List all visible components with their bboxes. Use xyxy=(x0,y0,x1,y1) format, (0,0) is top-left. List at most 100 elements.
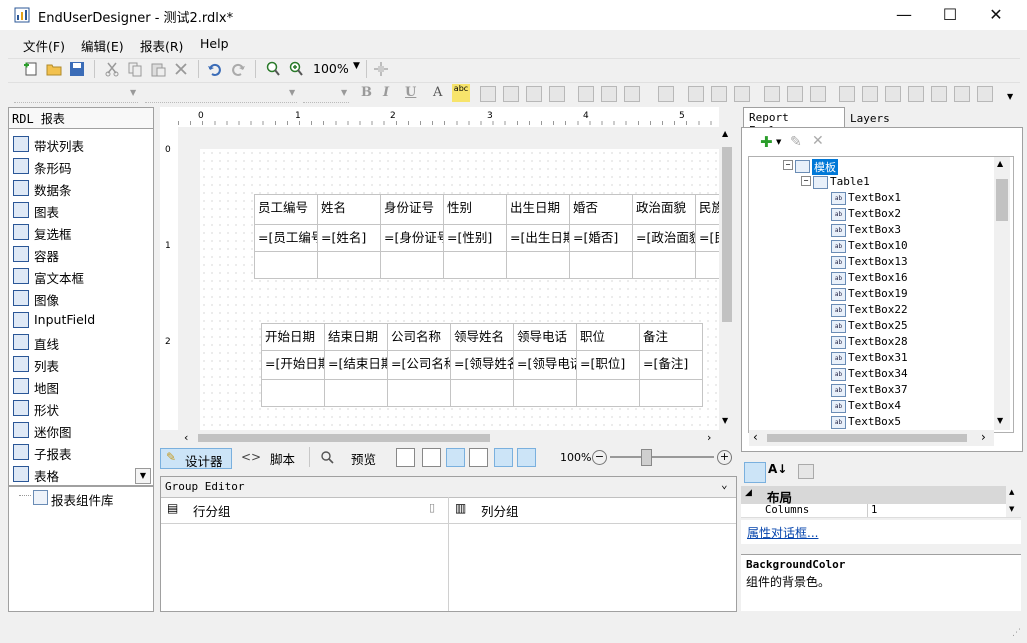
category-collapse-icon[interactable]: ◢ xyxy=(745,488,752,498)
tab-script[interactable]: 脚本 xyxy=(270,449,295,468)
scroll-left-icon[interactable]: ‹ xyxy=(184,431,188,444)
menu-edit[interactable]: 编辑(E) xyxy=(81,36,124,55)
table-detail-cell[interactable]: =[姓名] xyxy=(317,224,381,252)
align-right-icon[interactable] xyxy=(526,86,542,102)
table-detail-cell[interactable]: =[出生日期] xyxy=(506,224,570,252)
snap-to-grid-icon[interactable] xyxy=(517,448,536,467)
menu-help[interactable]: Help xyxy=(200,36,229,51)
undo-icon[interactable] xyxy=(207,61,223,77)
table-footer-cell[interactable] xyxy=(324,379,388,407)
categorized-icon[interactable] xyxy=(744,462,766,483)
menu-file[interactable]: 文件(F) xyxy=(23,36,65,55)
table-detail-cell[interactable]: =[员工编号] xyxy=(254,224,318,252)
zoom-in-icon[interactable] xyxy=(288,61,304,77)
align-left-icon[interactable] xyxy=(480,86,496,102)
style-dropdown-icon[interactable]: ▼ xyxy=(130,88,136,97)
pan-icon[interactable] xyxy=(373,61,389,77)
tree-hscroll-thumb[interactable] xyxy=(767,434,967,442)
property-dialog-link[interactable]: 属性对话框... xyxy=(747,524,818,541)
tab-designer[interactable]: ✎ 设计器 xyxy=(160,448,232,469)
tree-horizontal-scrollbar[interactable]: ‹ › xyxy=(749,430,994,446)
scroll-right-icon[interactable]: › xyxy=(707,431,711,444)
close-button[interactable]: ✕ xyxy=(973,0,1019,30)
table-footer-cell[interactable] xyxy=(576,379,640,407)
tree-expander-icon[interactable]: − xyxy=(801,176,811,186)
toolbox-item[interactable]: 表格 xyxy=(9,463,149,485)
table-header-cell[interactable]: 出生日期 xyxy=(506,194,570,225)
font-color-button[interactable]: A xyxy=(433,85,442,100)
table-footer-cell[interactable] xyxy=(695,251,719,279)
property-value[interactable]: 1 xyxy=(871,504,877,516)
bold-button[interactable]: B xyxy=(361,85,372,100)
table-header-cell[interactable]: 民族 xyxy=(695,194,719,225)
align-lefts-icon[interactable] xyxy=(688,86,704,102)
zoom-plus-icon[interactable]: + xyxy=(717,450,732,465)
table-footer-cell[interactable] xyxy=(506,251,570,279)
table-footer-cell[interactable] xyxy=(254,251,318,279)
send-back-icon[interactable] xyxy=(977,86,993,102)
table-footer-cell[interactable] xyxy=(317,251,381,279)
table1[interactable]: 员工编号姓名身份证号性别出生日期婚否政治面貌民族 =[员工编号]=[姓名]=[身… xyxy=(254,194,719,279)
align-middles-icon[interactable] xyxy=(787,86,803,102)
same-width-icon[interactable] xyxy=(839,86,855,102)
toolbox-scroll-down[interactable]: ▼ xyxy=(135,468,151,484)
font-combo[interactable] xyxy=(145,86,297,103)
tree-scroll-right-icon[interactable]: › xyxy=(981,430,986,444)
table-header-cell[interactable]: 姓名 xyxy=(317,194,381,225)
h-spacing-icon[interactable] xyxy=(908,86,924,102)
toolbox-item[interactable]: InputField xyxy=(9,309,149,331)
style-combo[interactable] xyxy=(14,86,138,103)
zoom-combo[interactable]: 100% xyxy=(313,61,349,76)
toolbox-item[interactable]: 列表 xyxy=(9,353,149,375)
table-detail-cell[interactable]: =[结束日期] xyxy=(324,350,388,380)
table-footer-cell[interactable] xyxy=(443,251,507,279)
table-header-cell[interactable]: 开始日期 xyxy=(261,323,325,351)
delete-icon[interactable] xyxy=(173,61,189,77)
tree-scroll-down-icon[interactable]: ▼ xyxy=(997,416,1003,425)
zoom-dropdown-icon[interactable]: ▼ xyxy=(353,61,360,71)
ruler-toggle-icon[interactable] xyxy=(396,448,415,467)
indent-icon[interactable] xyxy=(624,86,640,102)
align-centers-icon[interactable] xyxy=(711,86,727,102)
table-footer-cell[interactable] xyxy=(450,379,514,407)
toolbox-item[interactable]: 图表 xyxy=(9,199,149,221)
table-footer-cell[interactable] xyxy=(513,379,577,407)
canvas-vertical-scrollbar[interactable]: ▲ ▼ xyxy=(719,127,735,430)
paste-icon[interactable] xyxy=(150,61,166,77)
save-icon[interactable] xyxy=(69,61,85,77)
same-size-icon[interactable] xyxy=(885,86,901,102)
table-header-cell[interactable]: 婚否 xyxy=(569,194,633,225)
table-header-cell[interactable]: 身份证号 xyxy=(380,194,444,225)
copy-icon[interactable] xyxy=(127,61,143,77)
zoom-slider-thumb[interactable] xyxy=(641,449,652,466)
prop-scroll-up-icon[interactable]: ▲ xyxy=(1009,488,1014,496)
same-height-icon[interactable] xyxy=(862,86,878,102)
canvas-horizontal-scrollbar[interactable]: ‹ › xyxy=(178,430,719,446)
scroll-down-icon[interactable]: ▼ xyxy=(722,416,728,425)
vscroll-thumb[interactable] xyxy=(722,147,732,322)
snap-grid-icon[interactable] xyxy=(658,86,674,102)
snap-lines-icon[interactable] xyxy=(494,448,513,467)
table-header-cell[interactable]: 备注 xyxy=(639,323,703,351)
table-detail-cell[interactable]: =[民族] xyxy=(695,224,719,252)
tree-scroll-left-icon[interactable]: ‹ xyxy=(753,430,758,444)
toolbox-item[interactable]: 迷你图 xyxy=(9,419,149,441)
hscroll-thumb[interactable] xyxy=(198,434,490,442)
tab-layers[interactable]: Layers xyxy=(845,109,895,127)
table-footer-cell[interactable] xyxy=(261,379,325,407)
toolbox-item[interactable]: 数据条 xyxy=(9,177,149,199)
dot-grid-icon[interactable] xyxy=(446,448,465,467)
minimize-button[interactable]: — xyxy=(881,0,927,30)
new-icon[interactable] xyxy=(23,61,39,77)
align-center-icon[interactable] xyxy=(503,86,519,102)
menu-report[interactable]: 报表(R) xyxy=(140,36,183,55)
tree-scroll-up-icon[interactable]: ▲ xyxy=(997,159,1003,168)
cut-icon[interactable] xyxy=(104,61,120,77)
tab-report-explorer[interactable]: Report Explorer xyxy=(743,107,845,137)
table-header-cell[interactable]: 领导电话 xyxy=(513,323,577,351)
library-item[interactable]: 报表组件库 xyxy=(51,490,114,509)
toolbox-item[interactable]: 带状列表 xyxy=(9,133,149,155)
table-detail-cell[interactable]: =[开始日期] xyxy=(261,350,325,380)
table-footer-cell[interactable] xyxy=(569,251,633,279)
maximize-button[interactable]: ☐ xyxy=(927,0,973,30)
